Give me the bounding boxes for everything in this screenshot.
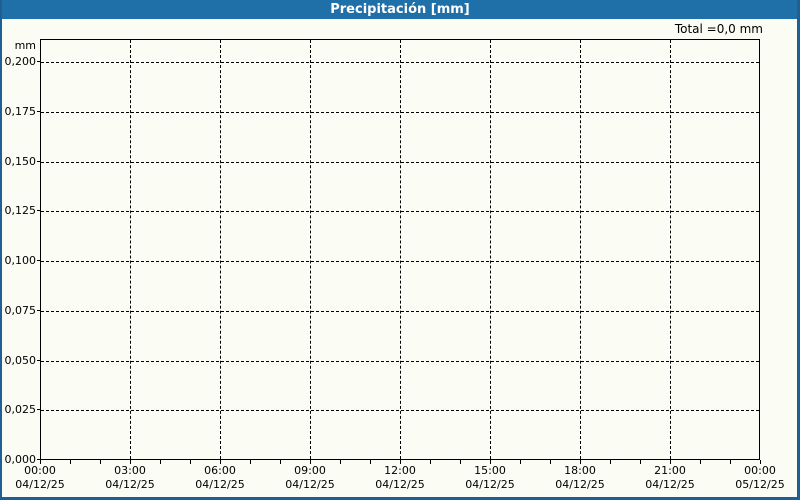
y-tick-label: 0,000 bbox=[4, 453, 37, 466]
h-gridline bbox=[41, 161, 759, 163]
v-gridline bbox=[670, 40, 671, 459]
x-minor-tick bbox=[130, 460, 131, 464]
h-gridline bbox=[41, 111, 759, 113]
x-minor-tick bbox=[460, 460, 461, 464]
x-time-label: 00:00 bbox=[24, 464, 56, 477]
x-minor-tick bbox=[40, 460, 41, 464]
total-label: Total =0,0 mm bbox=[674, 22, 763, 36]
x-time-label: 00:00 bbox=[744, 464, 776, 477]
y-tick-label: 0,025 bbox=[4, 403, 37, 417]
x-minor-tick bbox=[280, 460, 281, 464]
x-date-label: 04/12/25 bbox=[555, 478, 605, 491]
h-gridline bbox=[41, 211, 759, 213]
x-date-label: 04/12/25 bbox=[15, 478, 65, 491]
v-gridline bbox=[400, 40, 401, 459]
x-minor-tick bbox=[160, 460, 161, 464]
x-minor-tick bbox=[340, 460, 341, 464]
x-minor-tick bbox=[70, 460, 71, 464]
x-minor-tick bbox=[760, 460, 761, 464]
x-time-label: 12:00 bbox=[384, 464, 416, 477]
v-gridline bbox=[490, 40, 491, 459]
chart-title-bar: Precipitación [mm] bbox=[2, 0, 797, 19]
x-minor-tick bbox=[730, 460, 731, 464]
x-time-label: 21:00 bbox=[654, 464, 686, 477]
x-minor-tick bbox=[370, 460, 371, 464]
h-gridline bbox=[41, 62, 759, 63]
x-minor-tick bbox=[310, 460, 311, 464]
x-time-label: 18:00 bbox=[564, 464, 596, 477]
x-minor-tick bbox=[190, 460, 191, 464]
gridline-layer bbox=[41, 40, 759, 459]
x-minor-tick bbox=[400, 460, 401, 464]
x-minor-tick bbox=[670, 460, 671, 464]
y-tick-label: 0,075 bbox=[4, 303, 37, 317]
x-date-label: 04/12/25 bbox=[195, 478, 245, 491]
y-tick-label: 0,125 bbox=[4, 204, 37, 218]
x-date-label: 04/12/25 bbox=[375, 478, 425, 491]
v-gridline bbox=[580, 40, 581, 459]
h-gridline bbox=[41, 360, 759, 362]
y-axis-unit-label: mm bbox=[14, 39, 36, 52]
x-date-label: 04/12/25 bbox=[285, 478, 335, 491]
x-minor-tick bbox=[490, 460, 491, 464]
chart-window: Precipitación [mm] Total =0,0 mm mm 0,20… bbox=[0, 0, 800, 500]
y-tick-label: 0,050 bbox=[4, 353, 37, 367]
v-gridline bbox=[220, 40, 221, 459]
x-minor-tick bbox=[700, 460, 701, 464]
x-time-label: 15:00 bbox=[474, 464, 506, 477]
x-time-label: 03:00 bbox=[114, 464, 146, 477]
v-gridline bbox=[130, 40, 131, 459]
x-minor-tick bbox=[550, 460, 551, 464]
chart-title: Precipitación [mm] bbox=[330, 2, 470, 17]
h-gridline bbox=[41, 310, 759, 312]
x-minor-tick bbox=[250, 460, 251, 464]
v-gridline bbox=[310, 40, 311, 459]
plot-area bbox=[40, 39, 760, 460]
x-time-label: 09:00 bbox=[294, 464, 326, 477]
y-tick-label: 0,100 bbox=[4, 254, 37, 267]
h-gridline bbox=[41, 261, 759, 262]
x-minor-tick bbox=[640, 460, 641, 464]
y-tick-label: 0,200 bbox=[4, 55, 37, 68]
x-minor-tick bbox=[580, 460, 581, 464]
y-tick-label: 0,175 bbox=[4, 104, 37, 118]
x-minor-tick bbox=[100, 460, 101, 464]
x-minor-tick bbox=[610, 460, 611, 464]
x-date-label: 04/12/25 bbox=[465, 478, 515, 491]
x-date-label: 04/12/25 bbox=[105, 478, 155, 491]
x-minor-tick bbox=[430, 460, 431, 464]
x-date-label: 04/12/25 bbox=[645, 478, 695, 491]
x-time-label: 06:00 bbox=[204, 464, 236, 477]
x-date-label: 05/12/25 bbox=[735, 478, 785, 491]
x-minor-tick bbox=[220, 460, 221, 464]
h-gridline bbox=[41, 410, 759, 412]
y-tick-label: 0,150 bbox=[4, 154, 37, 168]
x-minor-tick bbox=[520, 460, 521, 464]
